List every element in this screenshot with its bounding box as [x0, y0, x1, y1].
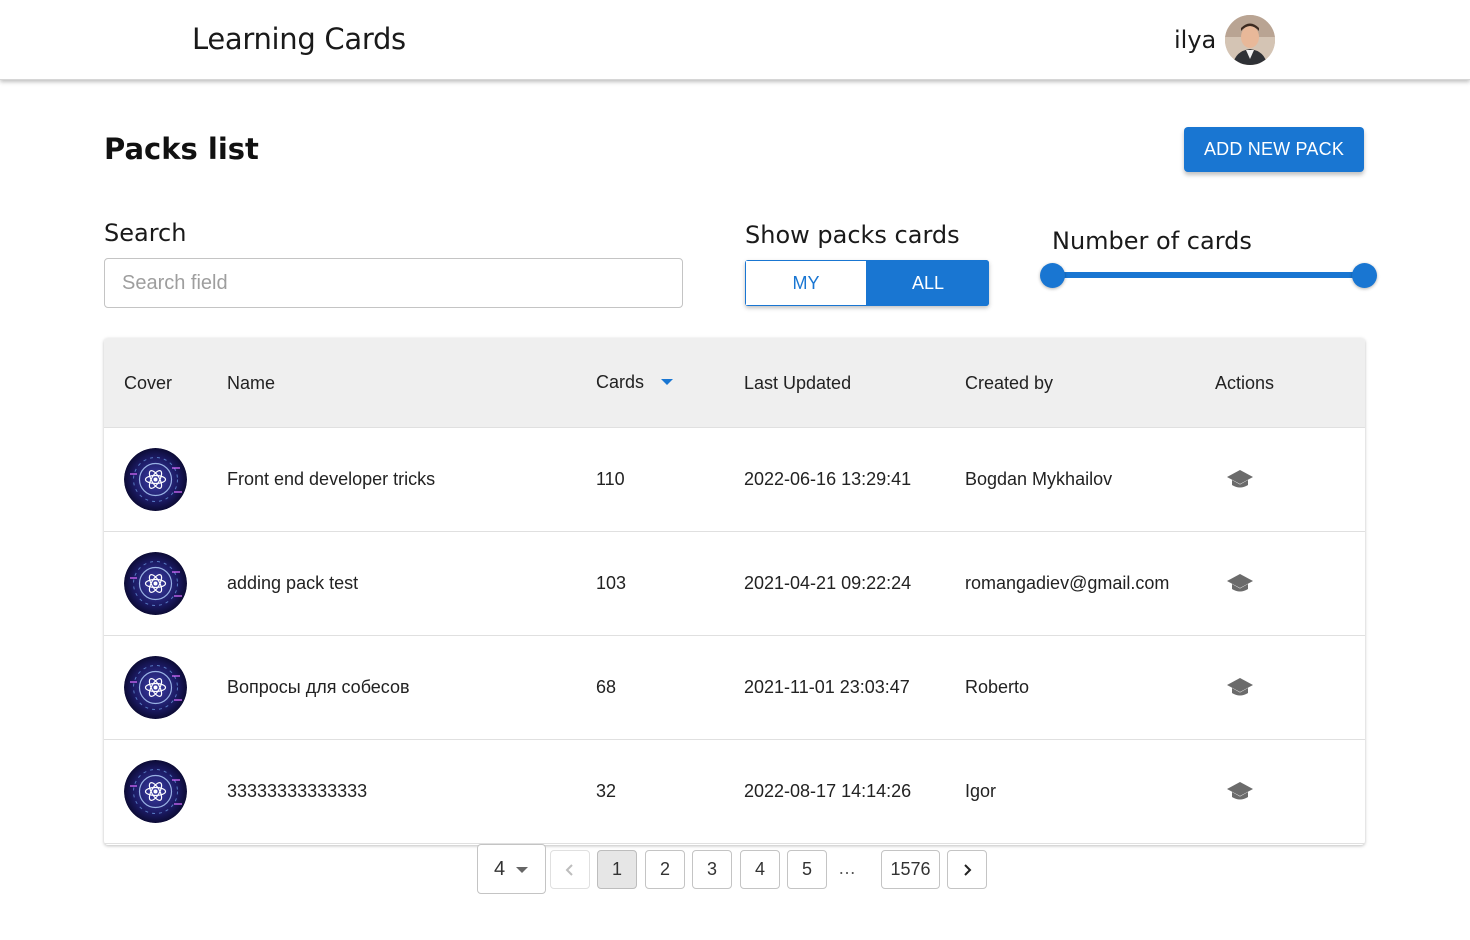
page-button-4[interactable]: 4 — [740, 850, 780, 889]
app-header: Learning Cards ilya — [0, 0, 1470, 80]
pack-name[interactable]: Front end developer tricks — [227, 469, 435, 490]
react-logo-icon — [124, 448, 187, 511]
graduation-cap-icon[interactable] — [1225, 676, 1255, 700]
user-name[interactable]: ilya — [1174, 26, 1216, 54]
graduation-cap-icon[interactable] — [1225, 468, 1255, 492]
page-button-5[interactable]: 5 — [787, 850, 827, 889]
avatar[interactable] — [1225, 15, 1275, 65]
chevron-left-icon — [565, 863, 573, 876]
pack-last-updated: 2022-06-16 13:29:41 — [744, 469, 912, 489]
pack-cover-image — [124, 552, 187, 615]
packs-table: Cover Name Cards Last Updated Created by… — [104, 338, 1365, 845]
avatar-photo-icon — [1225, 15, 1275, 65]
page-button-last[interactable]: 1576 — [881, 850, 940, 889]
table-header: Cover Name Cards Last Updated Created by… — [104, 338, 1365, 428]
column-name[interactable]: Name — [227, 373, 275, 394]
react-logo-icon — [124, 552, 187, 615]
page-title: Packs list — [104, 132, 259, 166]
pack-created-by: Roberto — [965, 677, 1030, 697]
search-input[interactable] — [104, 258, 683, 308]
add-new-pack-button[interactable]: ADD NEW PACK — [1184, 127, 1364, 172]
pack-name[interactable]: Вопросы для собесов — [227, 677, 410, 698]
cards-range-slider[interactable] — [1040, 262, 1380, 288]
graduation-cap-icon[interactable] — [1225, 572, 1255, 596]
graduation-cap-icon[interactable] — [1225, 780, 1255, 804]
rows-per-page-value: 4 — [494, 858, 506, 880]
show-packs-label: Show packs cards — [745, 221, 960, 249]
pack-last-updated: 2021-11-01 23:03:47 — [744, 677, 910, 697]
page-button-1[interactable]: 1 — [597, 850, 637, 889]
page-button-2[interactable]: 2 — [645, 850, 685, 889]
table-row[interactable]: Front end developer tricks 110 2022-06-16 … — [104, 428, 1365, 532]
slider-min-thumb[interactable] — [1040, 263, 1065, 288]
pack-cover-image — [124, 656, 187, 719]
app-title: Learning Cards — [192, 22, 406, 56]
pack-cards-count: 110 — [596, 469, 625, 489]
pack-created-by: Bogdan Mykhailov — [965, 469, 1113, 489]
caret-down-icon — [516, 867, 528, 873]
pagination-ellipsis: … — [838, 858, 857, 878]
slider-track[interactable] — [1052, 272, 1366, 278]
search-label: Search — [104, 219, 187, 247]
column-cards[interactable]: Cards — [596, 372, 644, 393]
packs-owner-toggle: MY ALL — [745, 260, 989, 306]
number-of-cards-label: Number of cards — [1052, 227, 1252, 255]
pack-created-by: Igor — [965, 781, 997, 801]
pack-last-updated: 2022-08-17 14:14:26 — [744, 781, 912, 801]
react-logo-icon — [124, 760, 187, 823]
column-created-by[interactable]: Created by — [965, 373, 1053, 394]
react-logo-icon — [124, 656, 187, 719]
pack-created-by: romangadiev@gmail.com — [965, 573, 1170, 593]
column-last-updated[interactable]: Last Updated — [744, 373, 851, 394]
pack-last-updated: 2021-04-21 09:22:24 — [744, 573, 912, 593]
pack-cards-count: 32 — [596, 781, 617, 801]
table-row[interactable]: 33333333333333 32 2022-08-17 14:14:26 Igor — [104, 740, 1365, 844]
column-actions: Actions — [1215, 373, 1275, 393]
table-row[interactable]: adding pack test 103 2021-04-21 09:22:24 ro… — [104, 532, 1365, 636]
prev-page-button[interactable] — [550, 850, 590, 889]
pack-cover-image — [124, 760, 187, 823]
rows-per-page-select[interactable]: 4 — [477, 844, 546, 894]
column-cover: Cover — [124, 373, 173, 393]
page-button-3[interactable]: 3 — [692, 850, 732, 889]
table-row[interactable]: Вопросы для собесов 68 2021-11-01 23:03:47… — [104, 636, 1365, 740]
chevron-right-icon — [964, 863, 972, 876]
toggle-my-button[interactable]: MY — [745, 260, 867, 306]
sort-desc-icon[interactable] — [661, 379, 673, 385]
pack-name[interactable]: adding pack test — [227, 573, 358, 594]
next-page-button[interactable] — [947, 850, 987, 889]
pack-cards-count: 68 — [596, 677, 617, 697]
pack-cover-image — [124, 448, 187, 511]
slider-max-thumb[interactable] — [1352, 263, 1377, 288]
toggle-all-button[interactable]: ALL — [867, 260, 989, 306]
pack-cards-count: 103 — [596, 573, 627, 593]
pack-name[interactable]: 33333333333333 — [227, 781, 367, 802]
